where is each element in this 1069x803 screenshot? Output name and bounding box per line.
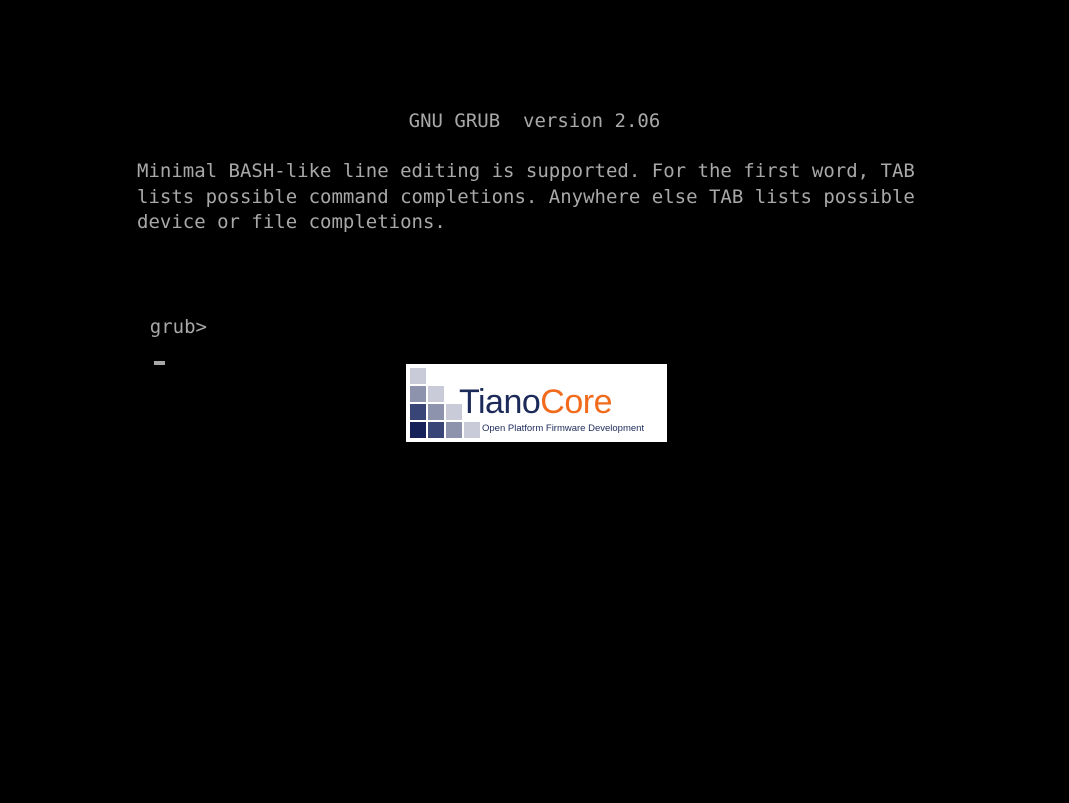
help-text-line: device or file completions. [137,211,446,233]
prompt-label: grub> [149,316,207,338]
tianocore-logo: TianoCore Open Platform Firmware Develop… [406,364,667,442]
tianocore-tagline: Open Platform Firmware Development [482,423,645,434]
help-text: Minimal BASH-like line editing is suppor… [137,159,915,236]
grub-console-screen[interactable]: GNU GRUB version 2.06 Minimal BASH-like … [0,0,1069,803]
text-cursor [153,361,165,365]
tianocore-wordmark: TianoCore [459,383,612,421]
help-text-line: Minimal BASH-like line editing is suppor… [137,160,915,182]
grub-version-title: GNU GRUB version 2.06 [408,110,661,132]
command-line[interactable]: grub> [104,288,207,392]
help-text-line: lists possible command completions. Anyw… [137,185,915,208]
